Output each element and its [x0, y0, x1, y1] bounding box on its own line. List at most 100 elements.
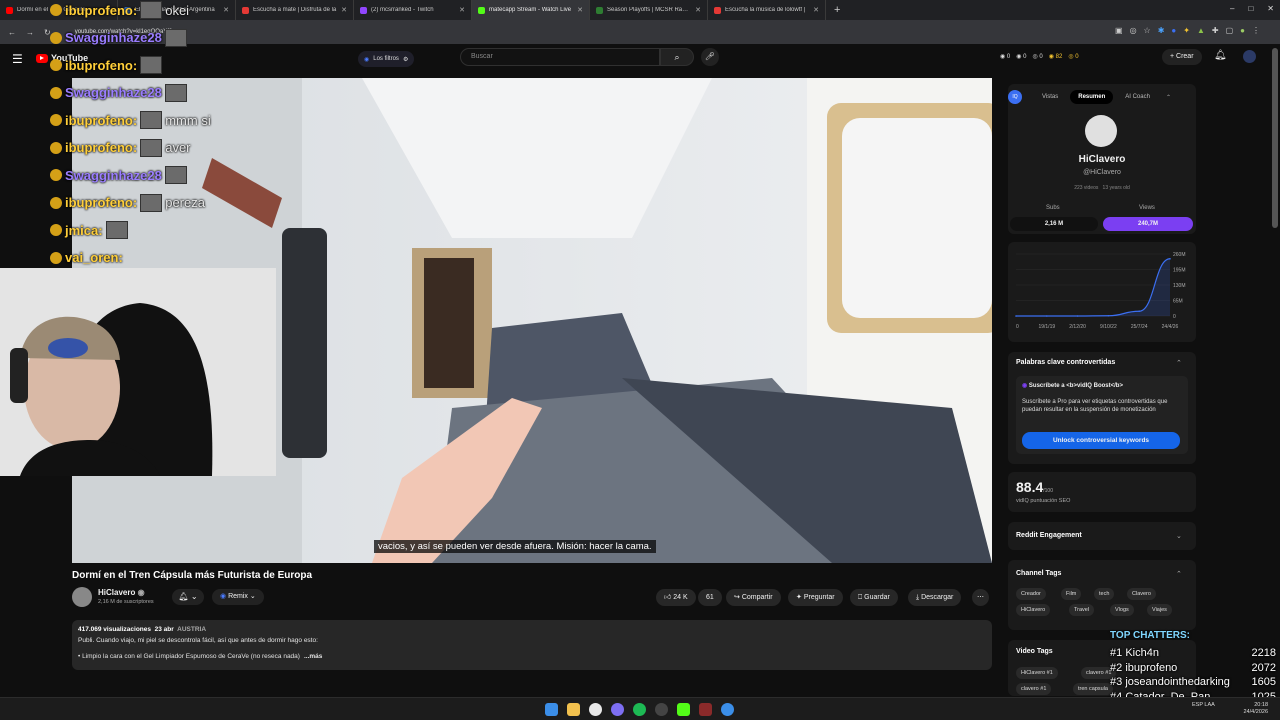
- chart-y-tick: 130M: [1173, 283, 1186, 289]
- extension-icon[interactable]: ◎: [1130, 26, 1137, 35]
- close-tab-icon[interactable]: ✕: [695, 6, 701, 14]
- close-tab-icon[interactable]: ✕: [341, 6, 347, 14]
- chart-x-tick: 24/4/26: [1162, 324, 1179, 330]
- close-tab-icon[interactable]: ✕: [577, 6, 583, 14]
- extension-icon[interactable]: ●: [1171, 26, 1176, 35]
- tag-chip[interactable]: tech: [1094, 588, 1115, 600]
- chart-point: [1046, 315, 1048, 317]
- maximize-button[interactable]: □: [1248, 4, 1253, 13]
- close-tab-icon[interactable]: ✕: [459, 6, 465, 14]
- page-scrollbar[interactable]: [1272, 48, 1278, 228]
- tag-chip[interactable]: Clavero: [1127, 588, 1156, 600]
- chevron-up-icon[interactable]: ⌃: [1166, 94, 1171, 101]
- comments-count[interactable]: 61: [698, 589, 722, 606]
- browser-tab[interactable]: (2) mcsrranked - Twitch ✕: [354, 0, 472, 20]
- browser-tab[interactable]: matecapp Stream - Watch Live ✕: [472, 0, 590, 20]
- minimize-button[interactable]: –: [1230, 4, 1234, 13]
- tag-chip[interactable]: tren capsula: [1073, 683, 1113, 695]
- chrome-icon[interactable]: [589, 703, 602, 716]
- extension-icon[interactable]: ✱: [1158, 26, 1165, 35]
- search-button[interactable]: ⌕: [660, 48, 694, 66]
- views-value[interactable]: 240,7M: [1103, 217, 1193, 231]
- top-chatter-name: #2 ibuprofeno: [1110, 661, 1178, 674]
- chat-badge-icon: [50, 114, 62, 126]
- chat-emote: [105, 221, 128, 239]
- chat-badge-icon: [50, 59, 62, 71]
- browser-tab[interactable]: Escucha la música de lolowtf | ✕: [708, 0, 826, 20]
- back-icon[interactable]: ←: [8, 28, 16, 37]
- forward-icon[interactable]: →: [26, 28, 34, 37]
- bookmark-icon: ⎕: [858, 594, 863, 601]
- tag-chip[interactable]: HiClavero: [1016, 604, 1051, 616]
- extension-icon[interactable]: ▲: [1197, 26, 1205, 35]
- browser-tab[interactable]: Season Playoffs | MCSR Ranked ✕: [590, 0, 708, 20]
- tag-chip[interactable]: HiClavero #1: [1016, 667, 1058, 679]
- tab-favicon: [596, 6, 603, 14]
- voice-search-button[interactable]: 🎤︎: [701, 48, 719, 66]
- menu-icon[interactable]: ⋮: [1252, 26, 1260, 35]
- chat-message: Swagginhaze28: [50, 83, 190, 103]
- chat-username: ibuprofeno:: [65, 2, 138, 18]
- sidebar-icon[interactable]: ▢: [1226, 26, 1234, 35]
- profile-icon[interactable]: ●: [1240, 26, 1245, 35]
- like-button[interactable]: 👍︎ 24 K: [656, 589, 696, 606]
- file-explorer-icon[interactable]: [567, 703, 580, 716]
- stat-item: ◎ 0: [1032, 54, 1043, 60]
- chat-message: ibuprofeno: okei: [50, 0, 189, 20]
- top-chatter-count: 2072: [1251, 661, 1276, 674]
- vidiq-channel-handle: @HiClavero: [1083, 169, 1121, 176]
- subs-value[interactable]: 2,16 M: [1010, 217, 1098, 231]
- tag-chip[interactable]: Travel: [1069, 604, 1095, 616]
- extension-toolbar: ▣ ◎ ☆ ✱ ● ✦ ▲ ✚ ▢ ● ⋮: [1115, 26, 1260, 35]
- edge-icon[interactable]: [721, 703, 734, 716]
- tab-resumen[interactable]: Resumen: [1070, 90, 1114, 104]
- create-button[interactable]: + Crear: [1162, 49, 1202, 65]
- tag-chip[interactable]: Vlogs: [1110, 604, 1134, 616]
- puzzle-icon[interactable]: ✚: [1212, 26, 1219, 35]
- download-button[interactable]: ⤓ Descargar: [908, 589, 962, 606]
- chart-x-tick: 9/10/22: [1100, 324, 1117, 330]
- subscription-bell-button[interactable]: 🔔︎ ⌄: [172, 589, 204, 605]
- remix-button[interactable]: ◉ Remix ⌄: [212, 589, 264, 605]
- ask-button[interactable]: ✦ Preguntar: [788, 589, 843, 606]
- share-button[interactable]: ↪ Compartir: [726, 589, 781, 606]
- menu-icon[interactable]: ☰: [12, 52, 23, 66]
- app-icon[interactable]: [611, 703, 624, 716]
- more-actions-button[interactable]: ⋯: [972, 589, 989, 606]
- extension-icon[interactable]: ▣: [1115, 26, 1123, 35]
- close-tab-icon[interactable]: ✕: [813, 6, 819, 14]
- kick-icon[interactable]: [677, 703, 690, 716]
- chevron-up-icon[interactable]: ⌃: [1176, 570, 1182, 578]
- account-avatar[interactable]: [1243, 50, 1256, 63]
- app-icon[interactable]: [699, 703, 712, 716]
- unlock-keywords-button[interactable]: Unlock controversial keywords: [1022, 432, 1180, 449]
- chevron-down-icon[interactable]: ⌄: [1176, 532, 1182, 540]
- video-description[interactable]: 417.069 visualizaciones 23 abr AUSTRIA P…: [72, 620, 992, 670]
- vidiq-icon: ◉: [220, 593, 227, 600]
- filters-button[interactable]: ◉ Los filtros ⚙: [358, 51, 415, 67]
- channel-name[interactable]: HiClavero ◉: [98, 588, 145, 597]
- start-icon[interactable]: [545, 703, 558, 716]
- obs-icon[interactable]: [655, 703, 668, 716]
- new-tab-button[interactable]: +: [826, 4, 848, 16]
- notifications-bell-icon[interactable]: 🔔︎: [1214, 50, 1227, 61]
- extension-icon[interactable]: ✦: [1183, 26, 1190, 35]
- top-chatter-row: #3 joseandointhedarking 1605: [1110, 676, 1276, 688]
- channel-avatar[interactable]: [72, 587, 92, 607]
- star-icon[interactable]: ☆: [1144, 26, 1151, 35]
- close-window-button[interactable]: ✕: [1267, 4, 1274, 13]
- chevron-up-icon[interactable]: ⌃: [1176, 359, 1182, 367]
- tag-chip[interactable]: clavero #1: [1016, 683, 1052, 695]
- tag-chip[interactable]: Film: [1061, 588, 1082, 600]
- system-clock[interactable]: 20:18 24/4/2026: [1244, 702, 1268, 716]
- keyboard-language[interactable]: ESP LAA: [1192, 702, 1215, 709]
- show-more-link[interactable]: ...más: [304, 653, 322, 660]
- search-input[interactable]: Buscar: [460, 48, 660, 66]
- spotify-icon[interactable]: [633, 703, 646, 716]
- tag-chip[interactable]: Viajes: [1147, 604, 1172, 616]
- tab-vistas[interactable]: Vistas: [1034, 90, 1066, 104]
- save-button[interactable]: ⎕ Guardar: [850, 589, 898, 606]
- tag-chip[interactable]: Creador: [1016, 588, 1046, 600]
- chat-text: pereza: [165, 195, 205, 210]
- tab-ai-coach[interactable]: AI Coach: [1117, 90, 1158, 104]
